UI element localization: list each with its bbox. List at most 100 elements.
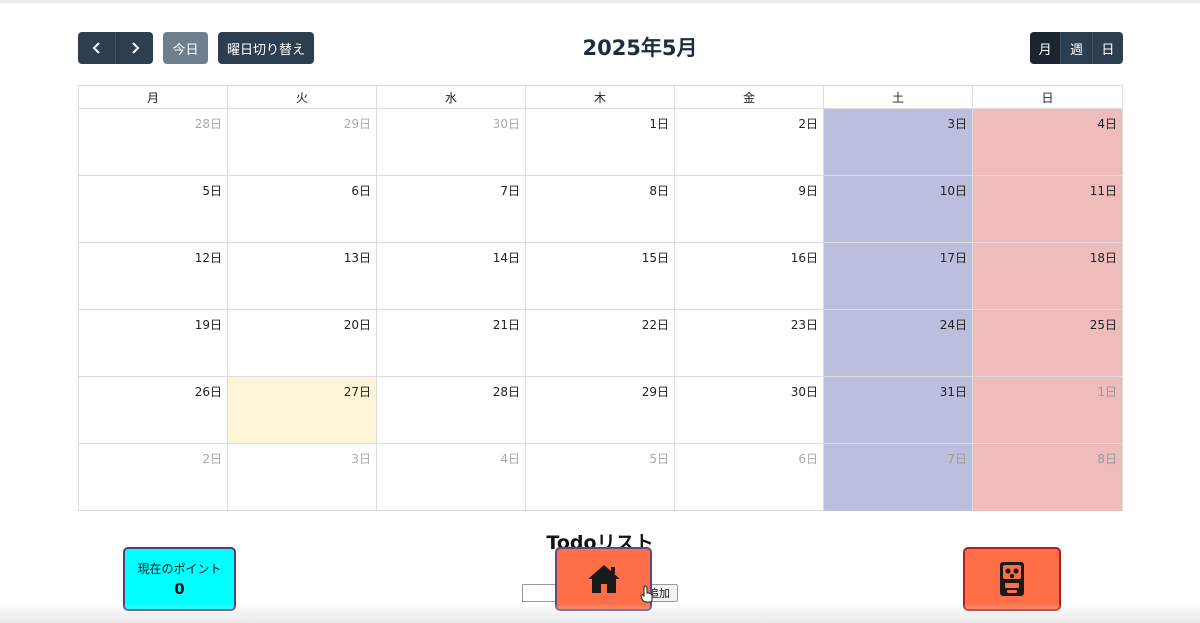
weekday-header-cell: 日: [1041, 90, 1054, 105]
day-cell[interactable]: 31日: [824, 377, 973, 444]
day-cell[interactable]: 30日: [675, 377, 824, 444]
day-number: 12日: [194, 251, 222, 265]
weekday-header-cell: 水: [377, 86, 526, 108]
day-cell[interactable]: 10日: [824, 176, 973, 243]
day-number: 13日: [343, 251, 371, 265]
points-label: 現在のポイント: [137, 562, 222, 576]
day-number: 16日: [790, 251, 818, 265]
day-cell[interactable]: 21日: [377, 310, 526, 377]
day-cell[interactable]: 2日: [675, 109, 824, 176]
day-number: 26日: [194, 385, 222, 399]
day-cell[interactable]: 9日: [675, 176, 824, 243]
day-number: 14日: [492, 251, 520, 265]
day-number: 25日: [1089, 318, 1117, 332]
day-cell[interactable]: 16日: [675, 243, 824, 310]
day-cell[interactable]: 8日: [526, 176, 675, 243]
day-cell[interactable]: 5日: [79, 176, 228, 243]
day-number: 29日: [343, 117, 371, 131]
day-number: 1日: [1097, 385, 1117, 399]
weekday-toggle-button[interactable]: 曜日切り替え: [218, 32, 314, 64]
day-cell[interactable]: 30日: [377, 109, 526, 176]
day-cell[interactable]: 24日: [824, 310, 973, 377]
month-calendar: 月火水木金土 日 28日 29日 30日 1日 2日 3日 4日 5日 6日 7日 8日 9日 10日 11…: [78, 85, 1123, 511]
day-cell[interactable]: 12日: [79, 243, 228, 310]
hand-cursor-icon: [640, 585, 653, 603]
day-cell[interactable]: 18日: [973, 243, 1122, 310]
view-week-button[interactable]: 週: [1060, 32, 1091, 64]
day-cell[interactable]: 23日: [675, 310, 824, 377]
day-cell[interactable]: 25日: [973, 310, 1122, 377]
day-number: 3日: [351, 452, 371, 466]
chevron-right-icon: [131, 42, 139, 54]
day-number: 10日: [939, 184, 967, 198]
view-day-button[interactable]: 日: [1091, 32, 1123, 64]
day-number: 4日: [1097, 117, 1117, 131]
day-cell[interactable]: 3日: [824, 109, 973, 176]
day-cell[interactable]: 17日: [824, 243, 973, 310]
home-button[interactable]: [555, 547, 652, 611]
day-number: 2日: [202, 452, 222, 466]
day-cell[interactable]: 6日: [228, 176, 377, 243]
day-cell[interactable]: 11日: [973, 176, 1122, 243]
weekday-header-row: 月火水木金土 日: [79, 86, 1122, 109]
day-cell[interactable]: 28日: [377, 377, 526, 444]
day-cell[interactable]: 22日: [526, 310, 675, 377]
day-number: 22日: [641, 318, 669, 332]
view-month-button[interactable]: 月: [1030, 32, 1061, 64]
day-cell[interactable]: 1日: [973, 377, 1122, 444]
calendar-title: 2025年5月: [582, 36, 698, 60]
view-switcher: 月 週 日: [1030, 32, 1123, 64]
day-number: 19日: [194, 318, 222, 332]
day-cell[interactable]: 29日: [526, 377, 675, 444]
day-number: 30日: [492, 117, 520, 131]
day-cell[interactable]: 6日: [675, 444, 824, 511]
day-number: 18日: [1089, 251, 1117, 265]
weekday-header-cell: 木: [526, 86, 675, 108]
chevron-left-icon: [92, 42, 100, 54]
day-number: 11日: [1089, 184, 1117, 198]
day-cell[interactable]: 26日: [79, 377, 228, 444]
day-number: 7日: [500, 184, 520, 198]
day-cell[interactable]: 14日: [377, 243, 526, 310]
day-number: 6日: [351, 184, 371, 198]
day-number: 8日: [1097, 452, 1117, 466]
day-number: 4日: [500, 452, 520, 466]
day-cell[interactable]: 13日: [228, 243, 377, 310]
day-cell[interactable]: 4日: [973, 109, 1122, 176]
day-cell[interactable]: 28日: [79, 109, 228, 176]
day-cell-today[interactable]: 27日: [228, 377, 377, 444]
day-number: 6日: [798, 452, 818, 466]
top-divider: [0, 0, 1200, 3]
day-number: 5日: [649, 452, 669, 466]
day-number: 23日: [790, 318, 818, 332]
gacha-button[interactable]: [963, 547, 1061, 611]
day-cell[interactable]: 19日: [79, 310, 228, 377]
day-cell[interactable]: 20日: [228, 310, 377, 377]
today-button[interactable]: 今日: [163, 32, 208, 64]
gacha-machine-icon: [1000, 562, 1024, 596]
day-cell[interactable]: 1日: [526, 109, 675, 176]
day-number: 28日: [194, 117, 222, 131]
day-number: 7日: [947, 452, 967, 466]
day-number: 29日: [641, 385, 669, 399]
day-number: 17日: [939, 251, 967, 265]
day-cell[interactable]: 2日: [79, 444, 228, 511]
day-number: 24日: [939, 318, 967, 332]
day-number: 9日: [798, 184, 818, 198]
day-cell[interactable]: 8日: [973, 444, 1122, 511]
day-cell[interactable]: 7日: [377, 176, 526, 243]
weekday-header-cell: 月: [79, 86, 228, 108]
day-cell[interactable]: 7日: [824, 444, 973, 511]
day-cell[interactable]: 15日: [526, 243, 675, 310]
weekday-header-cell: 金: [675, 86, 824, 108]
points-value: 0: [174, 580, 185, 598]
day-number: 15日: [641, 251, 669, 265]
calendar-grid: 28日 29日 30日 1日 2日 3日 4日 5日 6日 7日 8日 9日 10日 11日 12日 13日 1…: [79, 109, 1122, 511]
day-cell[interactable]: 3日: [228, 444, 377, 511]
day-cell[interactable]: 5日: [526, 444, 675, 511]
next-month-button[interactable]: [115, 32, 153, 64]
prev-month-button[interactable]: [78, 32, 115, 64]
day-cell[interactable]: 29日: [228, 109, 377, 176]
day-number: 5日: [202, 184, 222, 198]
day-cell[interactable]: 4日: [377, 444, 526, 511]
